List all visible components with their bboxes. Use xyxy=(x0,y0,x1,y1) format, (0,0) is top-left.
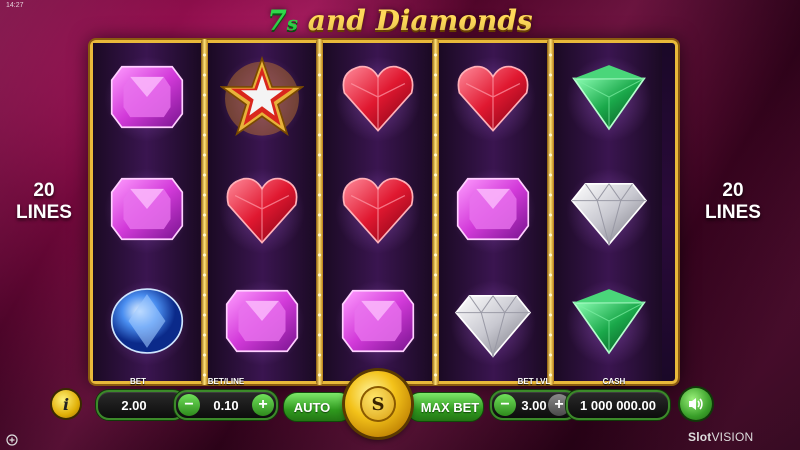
max-bet-label: MAX BET xyxy=(420,399,480,415)
bet-lvl-value: 3.00 xyxy=(521,397,547,413)
plus-icon: + xyxy=(258,396,268,413)
bet-line-increase-button[interactable]: + xyxy=(252,394,274,416)
brand-light: VISION xyxy=(711,430,754,444)
sound-toggle-button[interactable] xyxy=(680,388,712,420)
symbol-red-heart-gem xyxy=(209,155,316,267)
title-rest: and Diamonds xyxy=(298,4,533,37)
bet-lvl-decrease-button[interactable]: − xyxy=(494,394,516,416)
bet-value: 2.00 xyxy=(121,397,147,413)
red-heart-gem-icon xyxy=(220,167,304,256)
paylines-left-label: 20 LINES xyxy=(16,180,72,223)
blue-round-gem-icon xyxy=(105,279,189,368)
symbol-star xyxy=(209,43,316,155)
speaker-icon xyxy=(689,398,703,410)
auto-label: AUTO xyxy=(293,399,331,415)
cash-label: CASH xyxy=(602,377,626,386)
menu-icon[interactable] xyxy=(6,434,18,446)
title-s: s xyxy=(286,11,299,35)
bet-line-decrease-button[interactable]: − xyxy=(178,394,200,416)
symbol-red-heart-gem xyxy=(324,43,431,155)
pink-square-gem-icon xyxy=(105,55,189,144)
symbol-blue-round-gem xyxy=(93,267,200,379)
reel-4 xyxy=(439,43,547,381)
bet-label: BET xyxy=(130,377,146,386)
pink-square-gem-icon xyxy=(451,167,535,256)
red-heart-gem-icon xyxy=(336,167,420,256)
symbol-green-triangle-gem xyxy=(555,267,662,379)
pink-square-gem-icon xyxy=(336,279,420,368)
reel-divider xyxy=(547,39,555,385)
white-diamond-icon xyxy=(567,167,651,256)
reel-divider xyxy=(316,39,324,385)
spin-button[interactable]: S xyxy=(345,371,411,437)
spin-symbol: S xyxy=(371,393,385,415)
symbol-red-heart-gem xyxy=(440,43,547,155)
green-triangle-gem-icon xyxy=(567,279,651,368)
star-icon xyxy=(219,55,305,144)
symbol-white-diamond xyxy=(555,155,662,267)
game-title-logo: 7s and Diamonds xyxy=(0,4,800,37)
red-heart-gem-icon xyxy=(336,55,420,144)
info-icon: i xyxy=(62,394,70,414)
title-seven: 7 xyxy=(267,4,287,37)
bet-lvl-label: BET LVL xyxy=(517,377,551,386)
brand-bold: Slot xyxy=(688,430,712,444)
symbol-pink-square-gem xyxy=(209,267,316,379)
spin-icon: S xyxy=(360,386,396,422)
max-bet-button[interactable]: MAX BET xyxy=(406,392,484,422)
green-triangle-gem-icon xyxy=(567,55,651,144)
reel-frame xyxy=(90,39,678,385)
symbol-green-triangle-gem xyxy=(555,43,662,155)
symbol-pink-square-gem xyxy=(93,155,200,267)
provider-logo: SlotVISION xyxy=(688,430,753,444)
pink-square-gem-icon xyxy=(220,279,304,368)
reel-divider xyxy=(431,39,439,385)
white-diamond-icon xyxy=(451,279,535,368)
reel-5 xyxy=(555,43,662,381)
paylines-right-label: 20 LINES xyxy=(705,180,761,223)
bet-line-value: 0.10 xyxy=(213,397,239,413)
symbol-pink-square-gem xyxy=(324,267,431,379)
bet-display: 2.00 xyxy=(96,390,186,420)
bet-line-label: BET/LINE xyxy=(207,377,245,386)
reel-2 xyxy=(208,43,316,381)
auto-button[interactable]: AUTO xyxy=(283,392,353,422)
info-button[interactable]: i xyxy=(52,390,80,418)
reel-3 xyxy=(324,43,431,381)
reel-1 xyxy=(93,43,200,381)
cash-display: 1 000 000.00 xyxy=(566,390,670,420)
minus-icon: − xyxy=(500,396,510,413)
minus-icon: − xyxy=(184,396,194,413)
plus-icon: + xyxy=(554,396,564,413)
symbol-pink-square-gem xyxy=(440,155,547,267)
cash-value: 1 000 000.00 xyxy=(580,397,656,413)
symbol-white-diamond xyxy=(440,267,547,379)
reel-divider xyxy=(200,39,208,385)
symbol-red-heart-gem xyxy=(324,155,431,267)
symbol-pink-square-gem xyxy=(93,43,200,155)
pink-square-gem-icon xyxy=(105,167,189,256)
red-heart-gem-icon xyxy=(451,55,535,144)
